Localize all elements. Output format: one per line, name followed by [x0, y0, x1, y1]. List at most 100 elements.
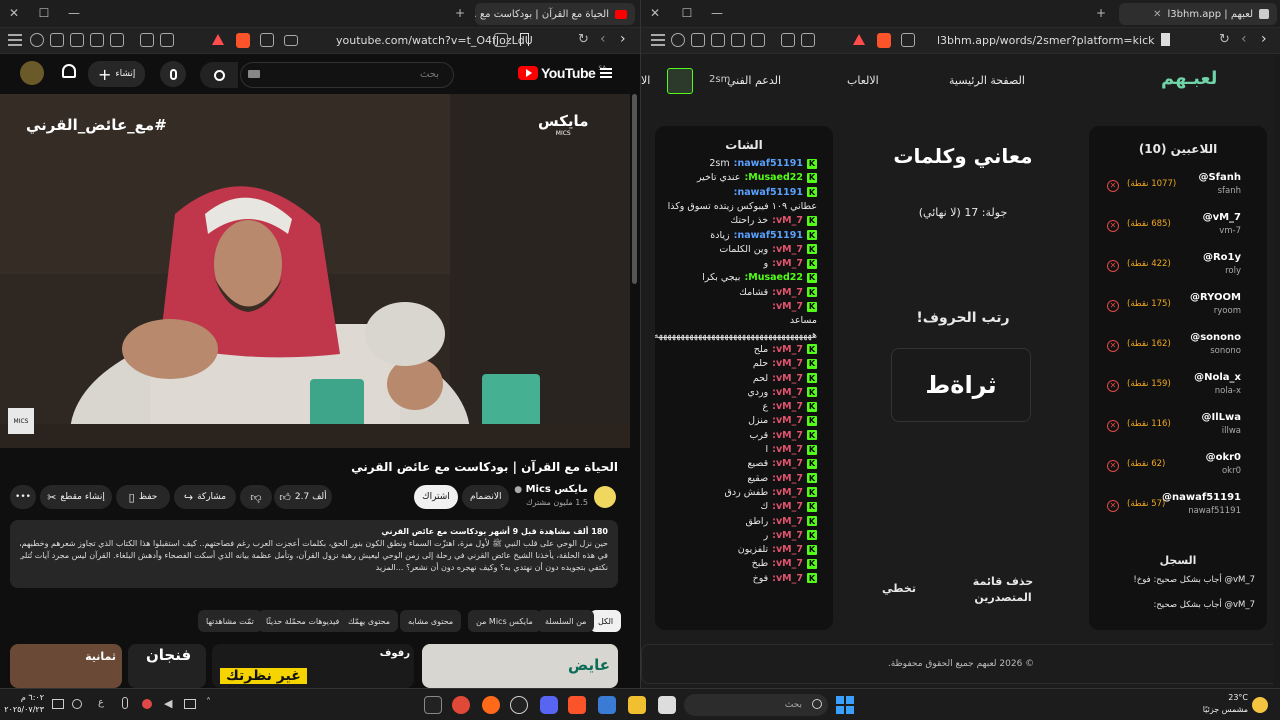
- reload-page-icon[interactable]: [901, 33, 915, 47]
- chat-user[interactable]: vM_7:: [772, 258, 803, 269]
- remove-player-icon[interactable]: ✕: [1107, 380, 1119, 392]
- brave-shield-icon[interactable]: [236, 33, 250, 48]
- keyboard-icon[interactable]: [248, 70, 260, 78]
- tab-l3bhm[interactable]: لعبهم | l3bhm.app ✕: [1119, 3, 1277, 25]
- chip-series[interactable]: من السلسلة: [537, 610, 595, 632]
- thumbnail-card[interactable]: ثمانية: [10, 644, 122, 688]
- maximize-icon[interactable]: ☐: [36, 6, 52, 20]
- nav-more[interactable]: الا: [641, 74, 650, 87]
- video-player[interactable]: #مع_عائض_القرني مايكس MICS MICS: [0, 94, 630, 448]
- remove-player-icon[interactable]: ✕: [1107, 220, 1119, 232]
- remove-player-icon[interactable]: ✕: [1107, 460, 1119, 472]
- chat-user[interactable]: vM_7:: [772, 473, 803, 484]
- reload-icon[interactable]: ↻: [578, 32, 589, 47]
- remove-player-icon[interactable]: ✕: [1107, 420, 1119, 432]
- chat-user[interactable]: Musaed22:: [744, 272, 803, 283]
- voice-search-button[interactable]: [160, 61, 186, 87]
- task-view-icon[interactable]: [658, 696, 676, 714]
- chat-user[interactable]: vM_7:: [772, 544, 803, 555]
- new-tab-icon[interactable]: +: [452, 6, 468, 20]
- remove-player-icon[interactable]: ✕: [1107, 300, 1119, 312]
- brave-shield-icon[interactable]: [877, 33, 891, 48]
- new-tab-icon[interactable]: +: [1093, 6, 1109, 20]
- video-description[interactable]: 180 ألف مشاهدة قبل 9 أشهر بودكاست مع عائ…: [10, 520, 618, 588]
- channel-avatar[interactable]: [594, 486, 616, 508]
- chat-user[interactable]: vM_7:: [772, 215, 803, 226]
- thumbnail-card[interactable]: رفوف غير نظرتك: [212, 644, 414, 688]
- more-actions-button[interactable]: •••: [10, 485, 36, 509]
- chat-user[interactable]: vM_7:: [772, 373, 803, 384]
- minimize-icon[interactable]: —: [66, 6, 82, 20]
- extensions-icon[interactable]: [160, 33, 174, 47]
- scrollbar[interactable]: [630, 54, 640, 688]
- clip-button[interactable]: ✂ إنشاء مقطع: [40, 485, 112, 509]
- sidebar-icon[interactable]: [90, 33, 104, 47]
- chat-user[interactable]: nawaf51191:: [734, 158, 803, 169]
- chat-user[interactable]: vM_7:: [772, 430, 803, 441]
- language-indicator[interactable]: ع: [98, 697, 104, 708]
- user-avatar[interactable]: [667, 68, 693, 94]
- search-button[interactable]: [200, 62, 238, 88]
- forward-icon[interactable]: ›: [1261, 31, 1267, 47]
- chip-channel[interactable]: من Mics مايكس: [468, 610, 541, 632]
- brave-rewards-icon[interactable]: [212, 34, 224, 45]
- remove-player-icon[interactable]: ✕: [1107, 260, 1119, 272]
- close-window-icon[interactable]: ✕: [6, 6, 22, 20]
- chat-user[interactable]: vM_7:: [772, 444, 803, 455]
- volume-icon[interactable]: ◀: [164, 697, 172, 710]
- taskbar-search[interactable]: بحث: [684, 694, 828, 716]
- file-explorer-icon[interactable]: [628, 696, 646, 714]
- firefox-icon[interactable]: [482, 696, 500, 714]
- chat-user[interactable]: vM_7:: [772, 530, 803, 541]
- microphone-icon[interactable]: [122, 697, 128, 709]
- nav-support[interactable]: الدعم الفني: [727, 74, 781, 87]
- create-button[interactable]: + إنشاء: [88, 61, 146, 87]
- chat-user[interactable]: nawaf51191:: [734, 187, 803, 198]
- user-name[interactable]: 2sm: [709, 74, 730, 85]
- back-icon[interactable]: ‹: [1241, 31, 1247, 47]
- chrome-icon[interactable]: [452, 696, 470, 714]
- chat-user[interactable]: vM_7:: [772, 344, 803, 355]
- chat-user[interactable]: vM_7:: [772, 401, 803, 412]
- bookmark-icon[interactable]: [520, 33, 529, 46]
- skip-button[interactable]: تخطي: [875, 582, 923, 595]
- puzzle-icon[interactable]: [691, 33, 705, 47]
- chat-user[interactable]: vM_7:: [772, 301, 803, 312]
- maximize-icon[interactable]: ☐: [679, 6, 695, 20]
- chat-user[interactable]: vM_7:: [772, 516, 803, 527]
- chip-recent[interactable]: فيديوهات محمّلة حديثًا: [258, 610, 348, 632]
- reload-page-icon[interactable]: [260, 33, 274, 47]
- gallery-icon[interactable]: [781, 33, 795, 47]
- tray-overflow-icon[interactable]: ˄: [206, 697, 211, 708]
- chip-for-you[interactable]: محتوى يهمّك: [340, 610, 399, 632]
- chip-watched[interactable]: تمّت مشاهدتها: [198, 610, 262, 632]
- channel-badge[interactable]: MICS: [8, 408, 34, 434]
- youtube-logo[interactable]: YouTube SA: [518, 65, 606, 81]
- display-icon[interactable]: [72, 699, 82, 709]
- remove-player-icon[interactable]: ✕: [1107, 500, 1119, 512]
- chat-user[interactable]: vM_7:: [772, 558, 803, 569]
- shield-icon[interactable]: [671, 33, 685, 47]
- weather-widget[interactable]: 23°C مشمس جزئيًا: [1180, 692, 1248, 716]
- record-icon[interactable]: [142, 699, 152, 709]
- nav-home[interactable]: الصفحة الرئيسية: [949, 74, 1025, 87]
- back-icon[interactable]: ‹: [600, 31, 606, 47]
- remove-player-icon[interactable]: ✕: [1107, 340, 1119, 352]
- music-icon[interactable]: [110, 33, 124, 47]
- music-icon[interactable]: [751, 33, 765, 47]
- notification-icon[interactable]: [52, 699, 64, 709]
- menu-icon[interactable]: [8, 34, 22, 36]
- close-window-icon[interactable]: ✕: [647, 6, 663, 20]
- thumbnail-card[interactable]: عايض: [422, 644, 618, 688]
- bookmark-star-icon[interactable]: [711, 33, 725, 47]
- copy-link-icon[interactable]: [494, 33, 508, 47]
- thumbnail-card[interactable]: فنجان: [128, 644, 206, 688]
- share-button[interactable]: ↪ مشاركة: [174, 485, 236, 509]
- chat-user[interactable]: nawaf51191:: [734, 230, 803, 241]
- forward-icon[interactable]: ›: [620, 31, 626, 47]
- chat-user[interactable]: vM_7:: [772, 501, 803, 512]
- minimize-icon[interactable]: —: [709, 6, 725, 20]
- brave-rewards-icon[interactable]: [853, 34, 865, 45]
- reload-icon[interactable]: ↻: [1219, 32, 1230, 47]
- start-button[interactable]: [836, 696, 854, 714]
